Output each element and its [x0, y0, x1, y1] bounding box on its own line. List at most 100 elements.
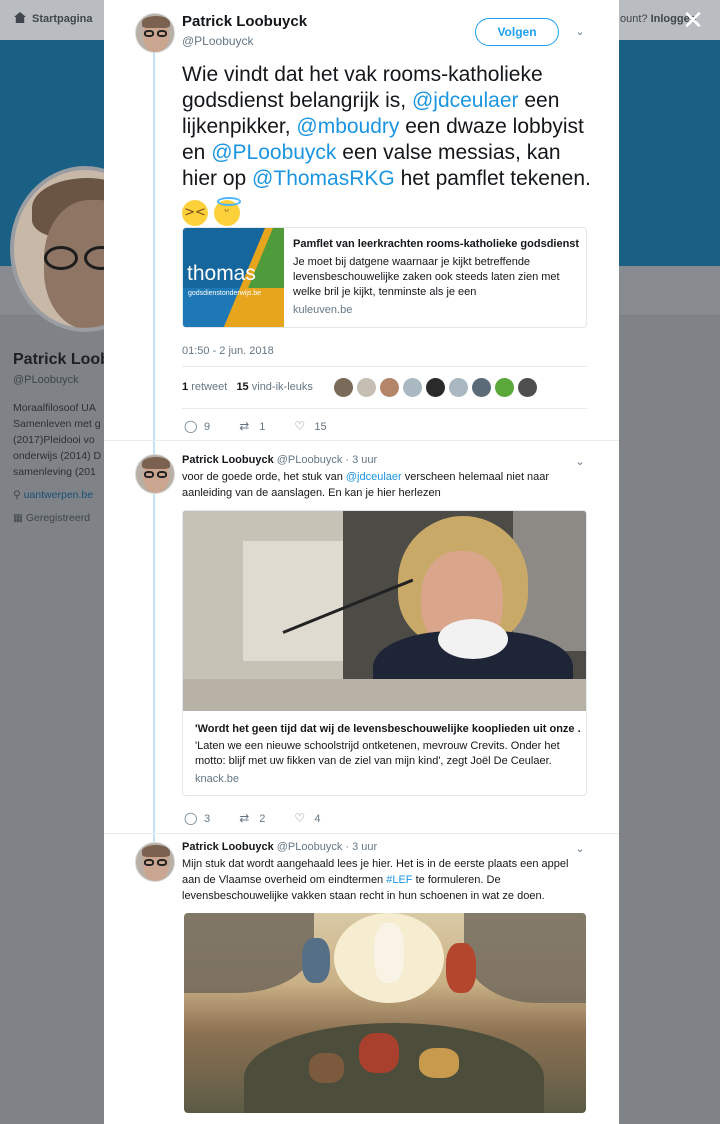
- thumbnail-logo-sub: godsdienstonderwijs.be: [188, 290, 262, 297]
- chevron-down-icon[interactable]: ⌄: [574, 456, 586, 468]
- retweet-count: 2: [259, 813, 266, 825]
- tweet-text: Wie vindt dat het vak rooms-katholieke g…: [182, 62, 592, 226]
- text-part: Mijn stuk dat wordt aangehaald lees je h…: [182, 858, 569, 886]
- tweet-actions: ◯ 9 ⇄ 1 ♡ 15: [184, 419, 353, 433]
- reply-header: Patrick Loobuyck @PLoobuyck · 3 uur: [182, 841, 377, 853]
- heart-icon: ♡: [294, 811, 306, 825]
- hashtag-link[interactable]: #LEF: [386, 874, 412, 886]
- liker-avatar[interactable]: [334, 378, 353, 397]
- profile-joined: ▦ Geregistreerd: [13, 512, 90, 524]
- tweet-image[interactable]: [184, 913, 586, 1113]
- liker-avatar[interactable]: [518, 378, 537, 397]
- divider: [182, 408, 587, 409]
- author-name[interactable]: Patrick Loobuyck: [182, 454, 274, 466]
- liker-avatar[interactable]: [495, 378, 514, 397]
- tired-face-emoji-icon: ><: [182, 200, 208, 226]
- bio-line: samenleving (201: [13, 466, 96, 478]
- mention-link[interactable]: @jdceulaer: [412, 89, 519, 112]
- card-description: 'Laten we een nieuwe schoolstrijd ontket…: [195, 740, 560, 767]
- joined-label: Geregistreerd: [25, 512, 91, 524]
- bio-line: Samenleven met g: [13, 418, 101, 430]
- retweet-button[interactable]: ⇄ 2: [239, 811, 265, 825]
- like-button[interactable]: ♡ 15: [294, 419, 326, 433]
- link-icon: ⚲: [13, 489, 21, 501]
- card-domain: kuleuven.be: [293, 304, 353, 316]
- like-count: 4: [314, 813, 321, 825]
- website-label[interactable]: uantwerpen.be: [24, 489, 93, 501]
- text-part: voor de goede orde, het stuk van: [182, 471, 346, 483]
- retweet-count: 1: [259, 421, 266, 433]
- liker-avatar[interactable]: [449, 378, 468, 397]
- tweet-text: Mijn stuk dat wordt aangehaald lees je h…: [182, 856, 582, 904]
- retweet-count[interactable]: 1: [182, 381, 188, 393]
- divider: [104, 440, 619, 441]
- liker-avatar[interactable]: [426, 378, 445, 397]
- profile-website[interactable]: ⚲ uantwerpen.be: [13, 489, 93, 501]
- thumbnail-logo-text: thomas: [187, 262, 256, 285]
- reply-button[interactable]: ◯ 9: [184, 419, 210, 433]
- retweet-icon: ⇄: [239, 811, 250, 825]
- home-link[interactable]: Startpagina: [14, 12, 93, 25]
- follow-button[interactable]: Volgen: [475, 18, 559, 46]
- chevron-down-icon[interactable]: ⌄: [574, 843, 586, 855]
- card-photo: [183, 511, 586, 711]
- thread-line: [153, 52, 155, 842]
- home-icon: [14, 12, 26, 23]
- divider: [182, 366, 587, 367]
- close-icon[interactable]: ✕: [680, 8, 706, 34]
- reply-count: 9: [204, 421, 211, 433]
- halo-smile-emoji-icon: ᵕ: [213, 197, 241, 226]
- reply-icon: ◯: [184, 419, 198, 433]
- profile-handle: @PLoobuyck: [13, 374, 79, 386]
- link-card[interactable]: 'Wordt het geen tijd dat wij de levensbe…: [182, 510, 587, 796]
- reply-count: 3: [204, 813, 211, 825]
- home-label: Startpagina: [32, 13, 93, 25]
- liker-avatar[interactable]: [472, 378, 491, 397]
- bio-line: onderwijs (2014) D: [13, 450, 102, 462]
- link-card[interactable]: thomas godsdienstonderwijs.be Pamflet va…: [182, 227, 587, 328]
- author-handle[interactable]: @PLoobuyck · 3 uur: [277, 841, 377, 853]
- divider: [104, 833, 619, 834]
- author-handle[interactable]: @PLoobuyck: [182, 34, 254, 48]
- card-description: Je moet bij datgene waarnaar je kijkt be…: [293, 256, 560, 298]
- chevron-down-icon[interactable]: ⌄: [574, 26, 586, 38]
- author-name[interactable]: Patrick Loobuyck: [182, 841, 274, 853]
- avatar[interactable]: [135, 842, 175, 882]
- reply-button[interactable]: ◯ 3: [184, 811, 210, 825]
- text-part: het pamflet tekenen.: [394, 167, 591, 190]
- card-title: Pamflet van leerkrachten rooms-katholiek…: [293, 238, 580, 250]
- tweet-text: voor de goede orde, het stuk van @jdceul…: [182, 469, 582, 501]
- liker-avatar[interactable]: [357, 378, 376, 397]
- author-name[interactable]: Patrick Loobuyck: [182, 13, 307, 30]
- calendar-icon: ▦: [13, 512, 23, 524]
- profile-bio: Moraalfilosoof UA Samenleven met g (2017…: [13, 400, 105, 480]
- retweet-icon: ⇄: [239, 419, 250, 433]
- mention-link[interactable]: @mboudry: [296, 115, 399, 138]
- liker-avatar[interactable]: [403, 378, 422, 397]
- like-button[interactable]: ♡ 4: [294, 811, 320, 825]
- avatar[interactable]: [135, 13, 175, 53]
- retweet-label[interactable]: retweet: [191, 381, 227, 393]
- liker-avatar[interactable]: [380, 378, 399, 397]
- tweet-timestamp[interactable]: 01:50 - 2 jun. 2018: [182, 345, 274, 357]
- avatar[interactable]: [135, 454, 175, 494]
- author-handle[interactable]: @PLoobuyck · 3 uur: [277, 454, 377, 466]
- mention-link[interactable]: @ThomasRKG: [252, 167, 395, 190]
- tweet-modal: Patrick Loobuyck @PLoobuyck Volgen ⌄ Wie…: [104, 0, 619, 1124]
- bio-line: Moraalfilosoof UA: [13, 402, 96, 414]
- reply-icon: ◯: [184, 811, 198, 825]
- mention-link[interactable]: @PLoobuyck: [211, 141, 336, 164]
- card-domain: knack.be: [195, 773, 240, 785]
- reply-header: Patrick Loobuyck @PLoobuyck · 3 uur: [182, 454, 377, 466]
- like-count[interactable]: 15: [236, 381, 248, 393]
- retweet-button[interactable]: ⇄ 1: [239, 419, 265, 433]
- card-title: 'Wordt het geen tijd dat wij de levensbe…: [195, 723, 580, 735]
- profile-name[interactable]: Patrick Loob: [13, 351, 110, 369]
- like-label[interactable]: vind-ik-leuks: [252, 381, 313, 393]
- tweet-stats: 1 retweet 15 vind-ik-leuks: [182, 381, 313, 393]
- mention-link[interactable]: @jdceulaer: [346, 471, 402, 483]
- account-prompt: ount?: [620, 13, 648, 25]
- bio-line: (2017)Pleidooi vo: [13, 434, 95, 446]
- tweet-actions: ◯ 3 ⇄ 2 ♡ 4: [184, 811, 347, 825]
- card-thumbnail: thomas godsdienstonderwijs.be: [183, 228, 284, 327]
